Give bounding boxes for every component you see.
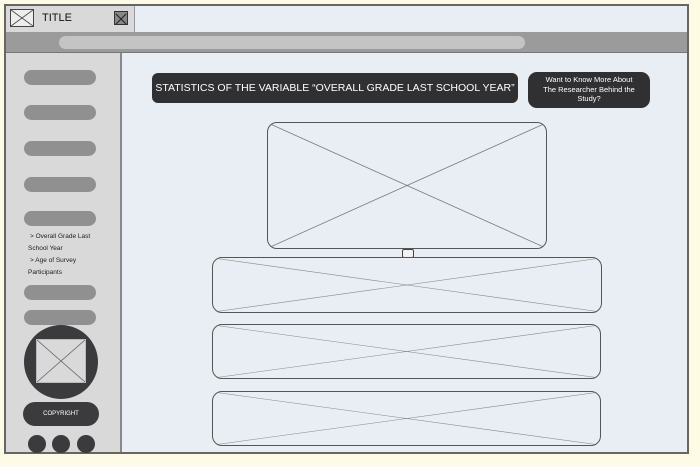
tab-title: TITLE (42, 12, 72, 24)
social-icon-2[interactable] (52, 435, 70, 453)
submenu-age-cont[interactable]: Participants (28, 267, 62, 279)
content-panel-2 (212, 324, 601, 379)
content-panel-3 (212, 391, 601, 446)
sidebar-item-4[interactable] (24, 177, 96, 192)
submenu-overall-grade-cont[interactable]: School Year (28, 243, 63, 255)
researcher-button[interactable]: Want to Know More About The Researcher B… (528, 72, 650, 108)
address-bar[interactable] (59, 36, 525, 49)
close-icon[interactable] (114, 11, 128, 25)
browser-toolbar (6, 32, 687, 53)
researcher-button-line2: The Researcher Behind the (543, 84, 635, 94)
sidebar: > Overall Grade Last School Year > Age o… (6, 53, 122, 453)
browser-tab[interactable]: TITLE (6, 6, 135, 32)
social-icon-3[interactable] (77, 435, 95, 453)
researcher-button-line3: Study? (577, 94, 601, 103)
profile-avatar (24, 325, 98, 399)
image-placeholder-icon (36, 339, 86, 383)
sidebar-item-6[interactable] (24, 285, 96, 300)
sidebar-item-5[interactable] (24, 211, 96, 226)
sidebar-item-3[interactable] (24, 141, 96, 156)
copyright-badge: COPYRIGHT (23, 402, 99, 426)
page-title: STATISTICS OF THE VARIABLE “OVERALL GRAD… (152, 73, 518, 103)
chart-placeholder (267, 122, 547, 249)
submenu-age[interactable]: > Age of Survey (30, 255, 76, 267)
sidebar-item-7[interactable] (24, 310, 96, 325)
content-panel-1 (212, 257, 602, 313)
sidebar-item-1[interactable] (24, 70, 96, 85)
browser-window: TITLE > Overall Grade Last School Year >… (4, 4, 689, 454)
researcher-button-line1: Want to Know More About (545, 75, 633, 84)
sidebar-item-2[interactable] (24, 105, 96, 120)
submenu-overall-grade[interactable]: > Overall Grade Last (30, 231, 90, 243)
image-placeholder-icon (10, 9, 34, 27)
social-icon-1[interactable] (28, 435, 46, 453)
